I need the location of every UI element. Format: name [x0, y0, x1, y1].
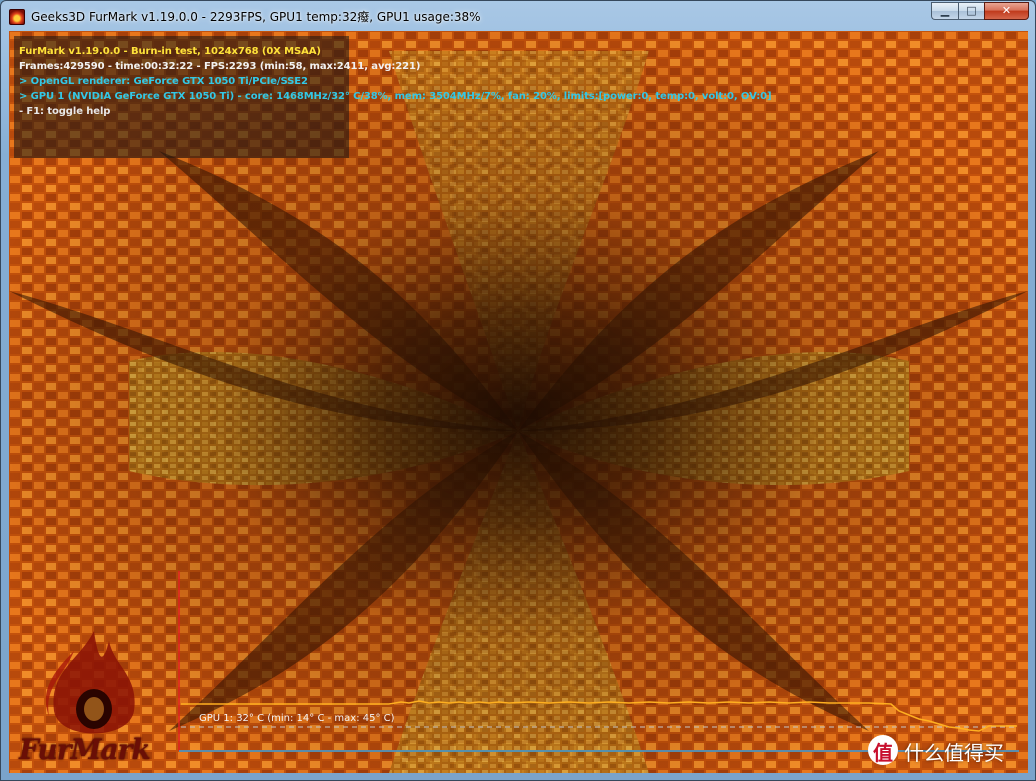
gpu-temp-graph [178, 571, 1019, 752]
furmark-app-icon[interactable] [9, 9, 25, 25]
maximize-button[interactable]: □ [958, 2, 984, 20]
watermark-badge-icon: 值 [868, 735, 898, 765]
close-button[interactable]: ✕ [984, 2, 1029, 20]
watermark: 值 什么值得买 [860, 731, 1020, 771]
minimize-button[interactable]: ▁ [931, 2, 958, 20]
render-viewport[interactable]: FurMark v1.19.0.0 - Burn-in test, 1024x7… [9, 31, 1028, 773]
furmark-window: Geeks3D FurMark v1.19.0.0 - 2293FPS, GPU… [0, 0, 1036, 781]
gpu-temp-label: GPU 1: 32° C (min: 14° C - max: 45° C) [199, 713, 395, 724]
watermark-text: 什么值得买 [904, 741, 1004, 765]
title-bar[interactable]: Geeks3D FurMark v1.19.0.0 - 2293FPS, GPU… [1, 1, 1035, 31]
caption-buttons: ▁ □ ✕ [931, 2, 1029, 20]
window-title: Geeks3D FurMark v1.19.0.0 - 2293FPS, GPU… [31, 10, 481, 24]
